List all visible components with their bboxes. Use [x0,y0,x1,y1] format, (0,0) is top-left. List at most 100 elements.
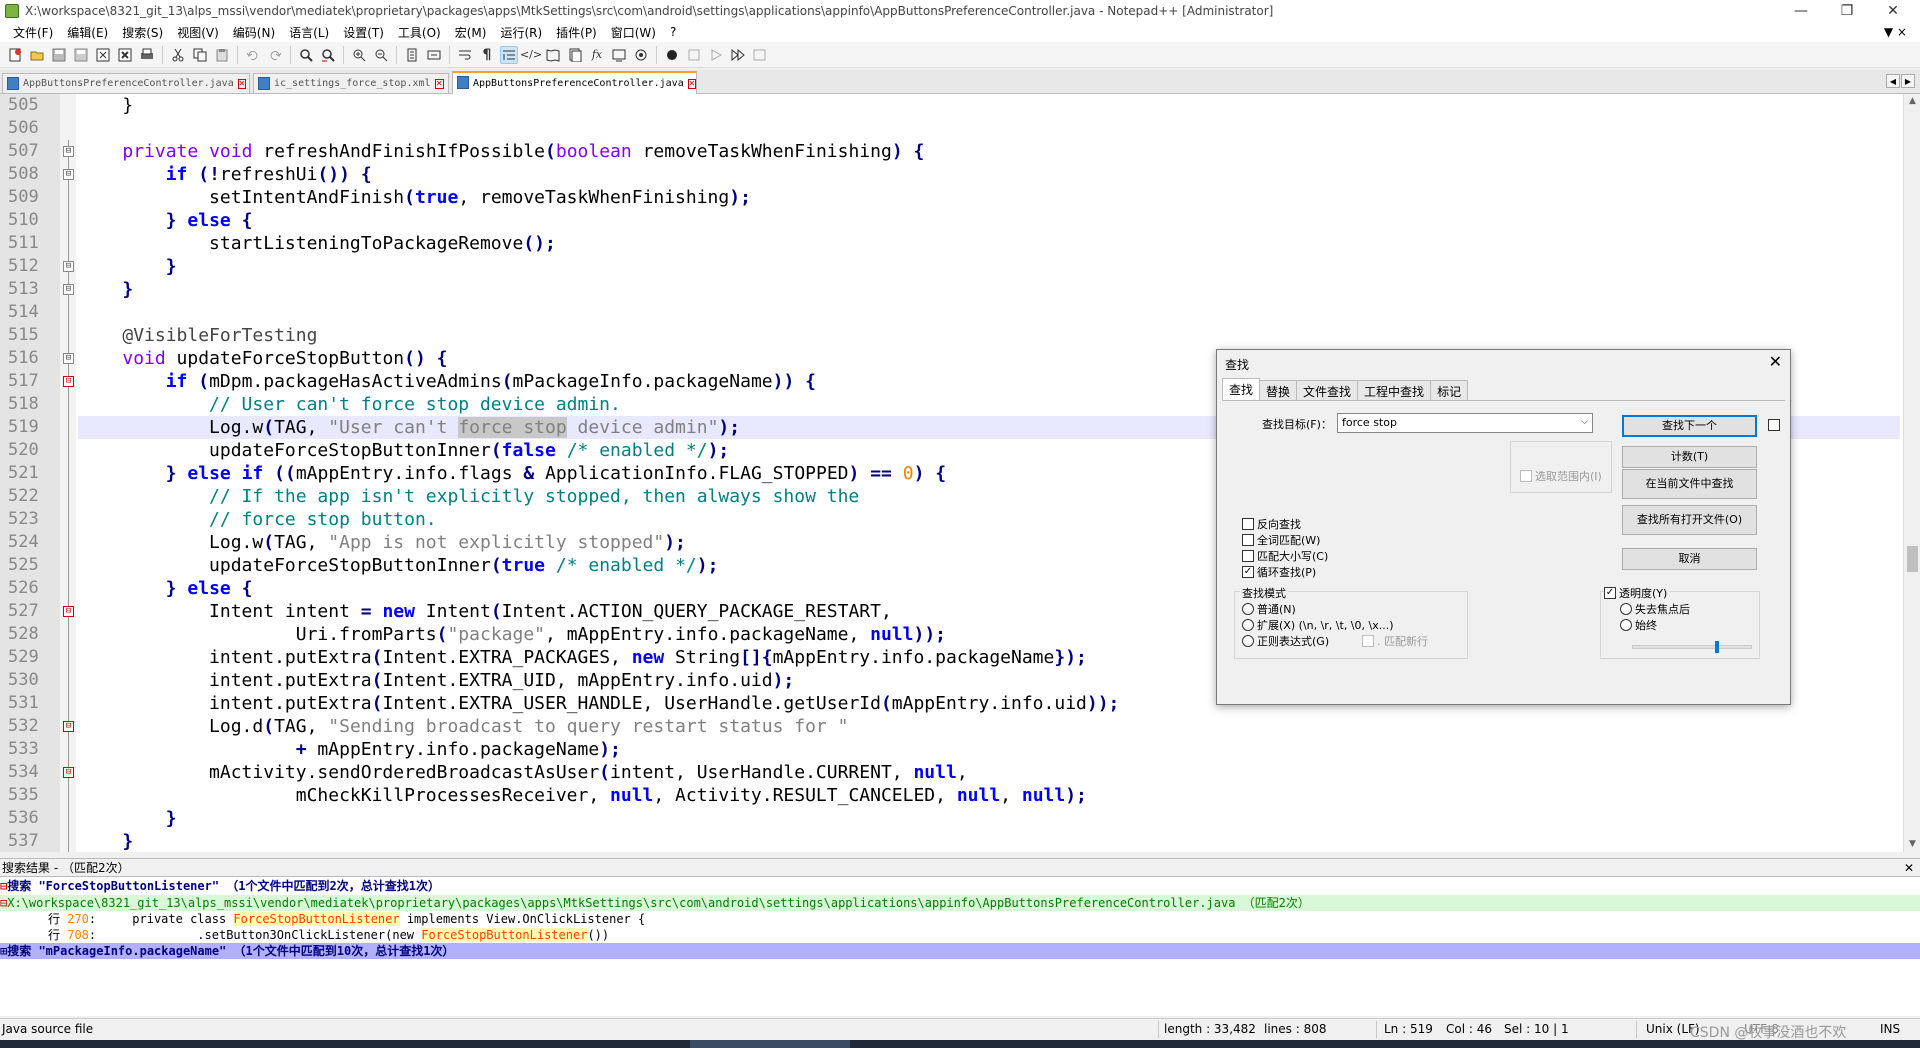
scroll-up-icon[interactable]: ▲ [1907,96,1918,107]
save-icon[interactable] [50,46,68,64]
xml-tag-icon[interactable]: </> [520,46,542,64]
transparency-slider[interactable] [1632,641,1752,653]
fold-toggle-icon[interactable]: ⊟ [63,606,74,617]
fold-toggle-icon[interactable]: ⊟ [63,353,74,364]
undo-icon[interactable] [244,46,262,64]
editor-vertical-scrollbar[interactable]: ▲ ▼ [1903,94,1920,852]
menu-right-controls[interactable]: ▼ × [1877,25,1914,39]
zoom-in-icon[interactable] [350,46,368,64]
fold-toggle-icon[interactable]: ⊟ [63,721,74,732]
fold-toggle-icon[interactable]: ⊟ [63,261,74,272]
tab-close-icon[interactable]: ✕ [687,78,696,89]
find-all-open-files-button[interactable]: 查找所有打开文件(O) [1622,505,1757,535]
tab-find-in-files[interactable]: 文件查找 [1296,380,1359,400]
find-next-toggle-checkbox[interactable] [1768,419,1783,431]
fold-toggle-icon[interactable]: ⊟ [63,146,74,157]
transparency-on-lose-focus-radio[interactable]: 失去焦点后 [1620,601,1690,617]
dialog-close-icon[interactable]: ✕ [1769,352,1782,371]
slider-knob[interactable] [1715,641,1719,653]
replace-icon[interactable] [319,46,337,64]
paste-icon[interactable] [213,46,231,64]
tab-appbuttons-active[interactable]: AppButtonsPreferenceController.java ✕ [452,71,697,94]
close-window-button[interactable]: ✕ [1870,0,1916,22]
fold-toggle-icon[interactable]: ⊟ [63,767,74,778]
close-file-icon[interactable] [94,46,112,64]
record-macro-icon[interactable] [663,46,681,64]
menu-edit[interactable]: 编辑(E) [60,24,115,41]
tab-mark[interactable]: 标记 [1430,380,1469,400]
close-results-icon[interactable]: ✕ [1904,859,1914,877]
print-icon[interactable] [138,46,156,64]
menu-language[interactable]: 语言(L) [282,24,336,41]
mode-normal-radio[interactable]: 普通(N) [1242,601,1296,617]
menu-tools[interactable]: 工具(O) [391,24,448,41]
menu-macro[interactable]: 宏(M) [448,24,494,41]
run-macro-multiple-icon[interactable] [729,46,747,64]
fold-toggle-icon[interactable]: ⊟ [63,169,74,180]
tab-appbuttons-1[interactable]: AppButtonsPreferenceController.java ✕ [2,73,250,93]
monitoring-icon[interactable] [632,46,650,64]
maximize-button[interactable]: ❐ [1824,0,1870,22]
transparency-checkbox[interactable]: ✓ 透明度(Y) [1604,585,1670,601]
tab-find[interactable]: 查找 [1222,378,1261,400]
wrap-around-checkbox[interactable]: ✓ 循环查找(P) [1242,564,1316,580]
menu-window[interactable]: 窗口(W) [604,24,663,41]
save-all-icon[interactable] [72,46,90,64]
function-list-icon[interactable]: fx [588,46,606,64]
fold-toggle-icon[interactable]: ⊟ [63,284,74,295]
copy-icon[interactable] [191,46,209,64]
find-in-current-file-button[interactable]: 在当前文件中查找 [1622,469,1757,499]
menu-encoding[interactable]: 编码(N) [226,24,282,41]
sync-vertical-icon[interactable] [403,46,421,64]
cut-icon[interactable] [169,46,187,64]
save-macro-icon[interactable] [751,46,769,64]
sync-horizontal-icon[interactable] [425,46,443,64]
close-all-icon[interactable] [116,46,134,64]
document-list-icon[interactable] [566,46,584,64]
in-selection-checkbox[interactable]: 选取范围内(I) [1520,468,1602,484]
menu-search[interactable]: 搜索(S) [115,24,170,41]
tab-close-icon[interactable]: ✕ [237,78,246,89]
menu-run[interactable]: 运行(R) [493,24,549,41]
search-result-line[interactable]: 行 270: private class ForceStopButtonList… [0,911,1920,927]
tab-replace[interactable]: 替换 [1259,380,1298,400]
word-wrap-icon[interactable] [456,46,474,64]
stop-macro-icon[interactable] [685,46,703,64]
match-case-checkbox[interactable]: 匹配大小写(C) [1242,548,1328,564]
search-result-file[interactable]: ⊟X:\workspace\8321_git_13\alps_mssi\vend… [0,895,1920,911]
minimize-button[interactable]: — [1778,0,1824,22]
redo-icon[interactable] [266,46,284,64]
menu-plugins[interactable]: 插件(P) [549,24,604,41]
find-target-input[interactable]: force stop ⌵ [1337,413,1593,433]
dropdown-arrow-icon[interactable]: ⌵ [1581,417,1588,427]
scrollbar-thumb[interactable] [1907,546,1918,572]
fold-toggle-icon[interactable]: ⊟ [63,376,74,387]
folder-workspace-icon[interactable] [610,46,628,64]
document-map-icon[interactable] [544,46,562,64]
dot-matches-newline-checkbox[interactable]: . 匹配新行 [1362,633,1428,649]
new-file-icon[interactable] [6,46,24,64]
count-button[interactable]: 计数(T) [1622,446,1757,468]
menu-settings[interactable]: 设置(T) [336,24,391,41]
menu-help[interactable]: ? [663,25,683,39]
scroll-down-icon[interactable]: ▼ [1907,839,1918,850]
menu-view[interactable]: 视图(V) [170,24,226,41]
cancel-button[interactable]: 取消 [1622,548,1757,570]
tab-ic-settings-force-stop[interactable]: ic_settings_force_stop.xml ✕ [253,73,449,93]
search-result-group[interactable]: ⊞搜索 "mPackageInfo.packageName" （1个文件中匹配到… [0,943,1920,959]
mode-regex-radio[interactable]: 正则表达式(G) [1242,633,1329,649]
find-next-button[interactable]: 查找下一个 [1622,415,1757,437]
indent-guide-icon[interactable] [500,45,518,64]
search-result-group[interactable]: ⊟搜索 "ForceStopButtonListener" （1个文件中匹配到2… [0,878,1920,894]
tab-scroll-left-icon[interactable]: ◀ [1886,74,1900,88]
backward-search-checkbox[interactable]: 反向查找 [1242,516,1301,532]
tab-close-icon[interactable]: ✕ [434,78,444,89]
mode-extended-radio[interactable]: 扩展(X) (\n, \r, \t, \0, \x...) [1242,617,1394,633]
menu-file[interactable]: 文件(F) [6,24,60,41]
find-icon[interactable] [297,46,315,64]
zoom-out-icon[interactable] [372,46,390,64]
transparency-always-radio[interactable]: 始终 [1620,617,1657,633]
play-macro-icon[interactable] [707,46,725,64]
open-file-icon[interactable] [28,46,46,64]
show-all-chars-icon[interactable]: ¶ [478,46,496,64]
